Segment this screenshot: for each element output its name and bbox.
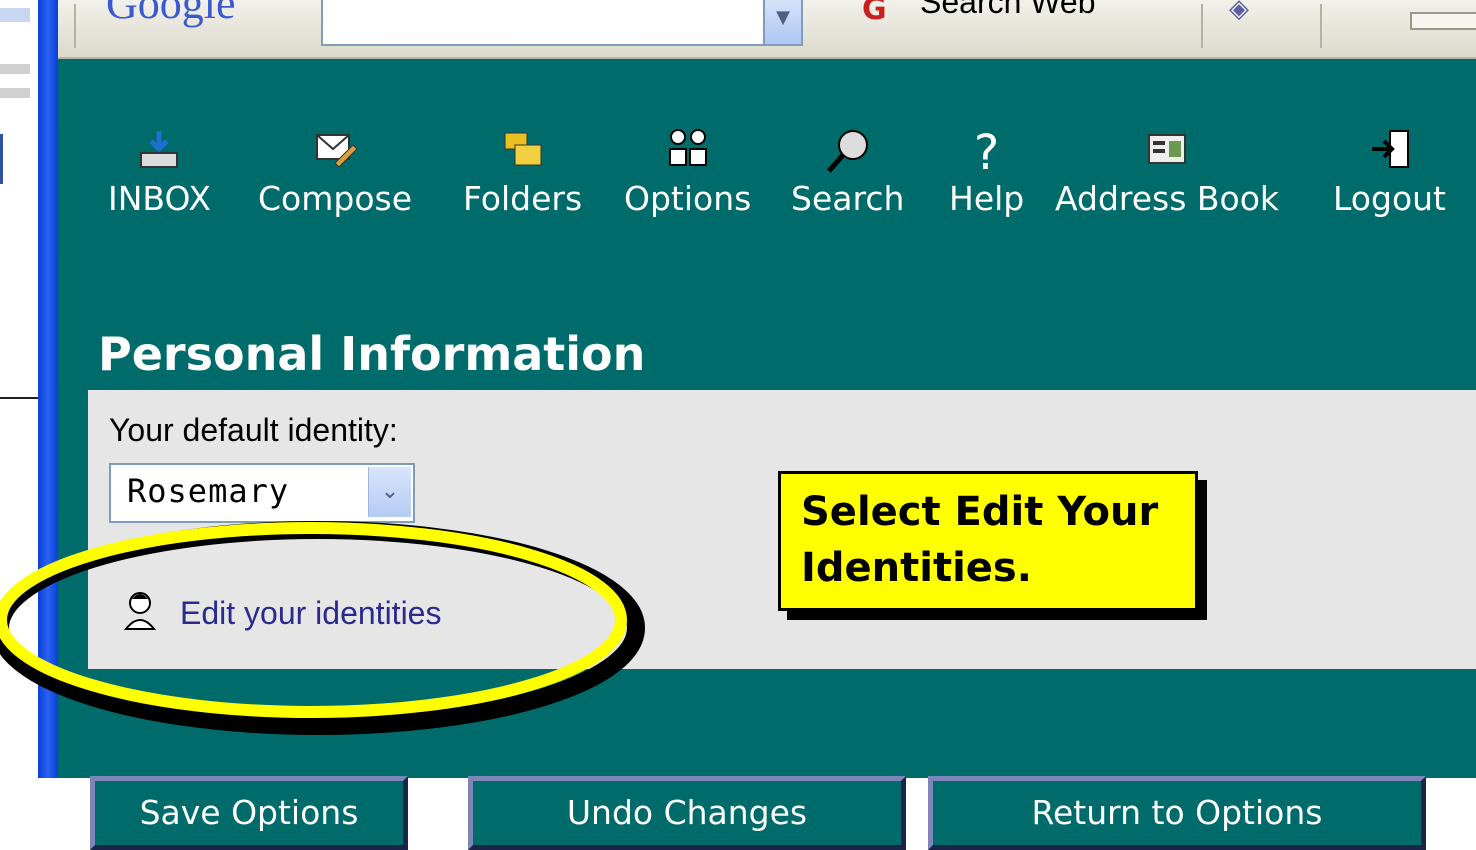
identity-select-value: Rosemary xyxy=(127,472,290,510)
mini-icon xyxy=(0,64,30,74)
nav-address-book-label: Address Book xyxy=(1055,179,1280,218)
nav-inbox-label: INBOX xyxy=(108,179,211,218)
callout-text: Select Edit Your Identities. xyxy=(801,489,1159,591)
edit-identities-link[interactable]: Edit your identities xyxy=(180,595,441,632)
webmail-main: INBOX Compose Folders Options Search ? H… xyxy=(58,59,1476,850)
search-web-icon: G xyxy=(862,0,887,27)
toolbar-separator xyxy=(1320,4,1322,48)
nav-folders[interactable]: Folders xyxy=(463,127,582,218)
mini-list-icon xyxy=(0,134,33,184)
window-border xyxy=(38,0,58,778)
nav-options[interactable]: Options xyxy=(624,127,751,218)
search-dropdown-button[interactable]: ▼ xyxy=(763,0,803,46)
identity-person-icon xyxy=(122,591,158,631)
nav-logout-label: Logout xyxy=(1333,179,1446,218)
options-icon xyxy=(624,127,751,179)
search-web-button[interactable]: Search Web xyxy=(920,0,1096,21)
nav-compose[interactable]: Compose xyxy=(258,127,412,218)
nav-folders-label: Folders xyxy=(463,179,583,218)
nav-help-label: Help xyxy=(949,179,1025,218)
return-to-options-button[interactable]: Return to Options xyxy=(928,776,1426,850)
nav-options-label: Options xyxy=(624,179,752,218)
logout-icon xyxy=(1333,127,1446,179)
toolbar-options-icon[interactable]: ◈ xyxy=(1229,0,1269,24)
nav-address-book[interactable]: Address Book xyxy=(1055,127,1279,218)
nav-help[interactable]: ? Help xyxy=(949,127,1024,218)
toolbar-separator xyxy=(74,4,76,48)
nav-search[interactable]: Search xyxy=(791,127,904,218)
nav-search-label: Search xyxy=(791,179,905,218)
toolbar-separator xyxy=(1201,4,1203,48)
chevron-down-icon: ▼ xyxy=(776,7,790,28)
nav-compose-label: Compose xyxy=(258,179,413,218)
browser-toolbar: Google ▼ G Search Web ◈ xyxy=(58,0,1476,59)
compose-icon xyxy=(258,127,412,179)
mini-icon xyxy=(0,8,30,22)
mini-icon xyxy=(0,88,30,98)
folders-icon xyxy=(463,127,582,179)
left-divider xyxy=(0,397,38,399)
help-icon: ? xyxy=(973,125,1000,181)
instruction-callout: Select Edit Your Identities. xyxy=(778,471,1198,611)
google-search-input[interactable] xyxy=(321,0,775,46)
search-icon xyxy=(791,127,904,179)
page-title: Personal Information xyxy=(98,327,646,381)
undo-changes-button[interactable]: Undo Changes xyxy=(468,776,906,850)
nav-logout[interactable]: Logout xyxy=(1333,127,1446,218)
address-book-icon xyxy=(1055,127,1279,179)
save-options-button[interactable]: Save Options xyxy=(90,776,408,850)
left-window-strip xyxy=(0,0,38,778)
nav-inbox[interactable]: INBOX xyxy=(108,127,211,218)
toolbar-field[interactable] xyxy=(1410,12,1476,30)
inbox-icon xyxy=(108,127,211,179)
google-logo[interactable]: Google xyxy=(106,0,236,29)
default-identity-label: Your default identity: xyxy=(109,412,398,448)
default-identity-select[interactable]: Rosemary ⌄ xyxy=(109,463,415,523)
chevron-down-icon[interactable]: ⌄ xyxy=(368,467,411,517)
